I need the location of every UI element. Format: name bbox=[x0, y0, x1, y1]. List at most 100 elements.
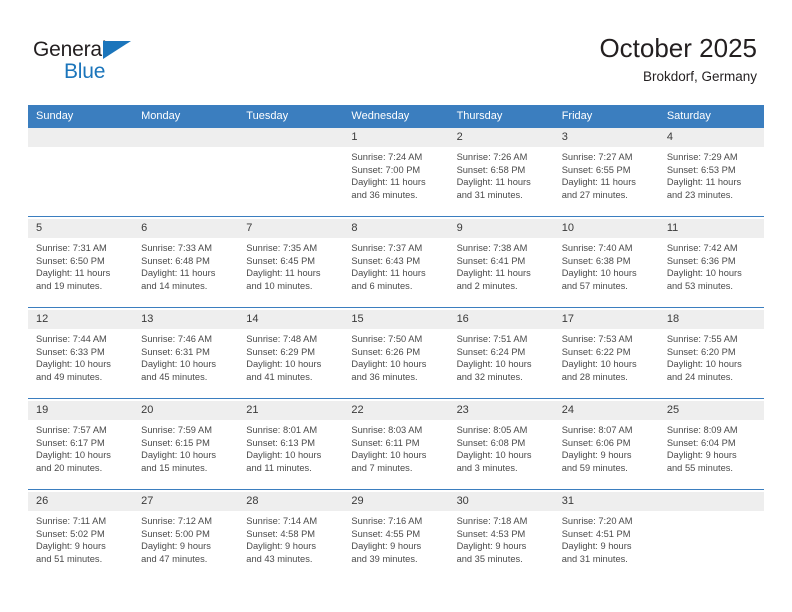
calendar-day-cell[interactable]: 10 Sunrise: 7:40 AM Sunset: 6:38 PM Dayligh… bbox=[553, 219, 659, 308]
sunrise-text: Sunrise: 7:42 AM bbox=[666, 243, 738, 253]
sunrise-text: Sunrise: 8:07 AM bbox=[561, 425, 633, 435]
calendar-day-cell[interactable]: 27 Sunrise: 7:12 AM Sunset: 5:00 PM Dayligh… bbox=[133, 492, 239, 580]
daylight-text-line1: Daylight: 10 hours bbox=[36, 450, 111, 461]
calendar-day-cell[interactable]: 6 Sunrise: 7:33 AM Sunset: 6:48 PM Daylight… bbox=[133, 219, 239, 308]
day-number: 17 bbox=[553, 310, 659, 329]
daylight-text-line1: Daylight: 9 hours bbox=[141, 541, 211, 552]
day-number: 27 bbox=[133, 492, 239, 511]
logo-text-general: General bbox=[33, 38, 107, 61]
calendar-day-cell[interactable]: 2 Sunrise: 7:26 AM Sunset: 6:58 PM Daylight… bbox=[448, 128, 554, 217]
day-cell-inner bbox=[133, 128, 239, 216]
calendar-day-cell[interactable]: 22 Sunrise: 8:03 AM Sunset: 6:11 PM Dayligh… bbox=[343, 401, 449, 490]
day-sun-info: Sunrise: 7:48 AM Sunset: 6:29 PM Daylight:… bbox=[238, 329, 343, 383]
calendar-page: General Blue October 2025 Brokdorf, Germ… bbox=[0, 0, 792, 612]
day-sun-info: Sunrise: 7:40 AM Sunset: 6:38 PM Daylight:… bbox=[554, 238, 659, 292]
calendar-day-cell[interactable]: 14 Sunrise: 7:48 AM Sunset: 6:29 PM Dayligh… bbox=[238, 310, 344, 399]
daylight-text-line1: Daylight: 10 hours bbox=[666, 268, 742, 279]
calendar-day-cell[interactable]: 12 Sunrise: 7:44 AM Sunset: 6:33 PM Dayligh… bbox=[28, 310, 134, 399]
daylight-text-line2: and 20 minutes. bbox=[36, 462, 103, 473]
day-sun-info: Sunrise: 7:18 AM Sunset: 4:53 PM Daylight:… bbox=[449, 511, 554, 565]
weekday-header-thursday: Thursday bbox=[448, 105, 554, 128]
sunset-text: Sunset: 6:53 PM bbox=[666, 164, 736, 175]
day-cell-inner: 10 Sunrise: 7:40 AM Sunset: 6:38 PM Dayligh… bbox=[553, 219, 659, 307]
calendar-day-cell[interactable]: 8 Sunrise: 7:37 AM Sunset: 6:43 PM Daylight… bbox=[343, 219, 449, 308]
daylight-text-line2: and 15 minutes. bbox=[141, 462, 208, 473]
calendar-day-cell[interactable]: 3 Sunrise: 7:27 AM Sunset: 6:55 PM Daylight… bbox=[553, 128, 659, 217]
calendar-day-cell-empty bbox=[133, 128, 239, 217]
daylight-text-line1: Daylight: 9 hours bbox=[456, 541, 527, 552]
sunrise-text: Sunrise: 7:20 AM bbox=[561, 516, 633, 526]
day-number: 7 bbox=[238, 219, 344, 238]
day-number: 21 bbox=[238, 401, 344, 420]
sunrise-text: Sunrise: 8:09 AM bbox=[666, 425, 738, 435]
calendar-day-cell[interactable]: 21 Sunrise: 8:01 AM Sunset: 6:13 PM Dayligh… bbox=[238, 401, 344, 490]
daylight-text-line2: and 57 minutes. bbox=[561, 280, 628, 291]
calendar-day-cell[interactable]: 20 Sunrise: 7:59 AM Sunset: 6:15 PM Dayligh… bbox=[133, 401, 239, 490]
calendar-day-cell[interactable]: 9 Sunrise: 7:38 AM Sunset: 6:41 PM Daylight… bbox=[448, 219, 554, 308]
day-sun-info: Sunrise: 8:09 AM Sunset: 6:04 PM Daylight:… bbox=[659, 420, 764, 474]
daylight-text-line2: and 10 minutes. bbox=[246, 280, 313, 291]
weekday-header-monday: Monday bbox=[133, 105, 239, 128]
daylight-text-line2: and 36 minutes. bbox=[351, 189, 418, 200]
calendar-table: Sunday Monday Tuesday Wednesday Thursday… bbox=[28, 105, 764, 580]
daylight-text-line1: Daylight: 10 hours bbox=[141, 359, 217, 370]
daylight-text-line2: and 51 minutes. bbox=[36, 553, 103, 564]
calendar-day-cell[interactable]: 1 Sunrise: 7:24 AM Sunset: 7:00 PM Daylight… bbox=[343, 128, 449, 217]
calendar-day-cell[interactable]: 11 Sunrise: 7:42 AM Sunset: 6:36 PM Dayligh… bbox=[658, 219, 764, 308]
day-number: 8 bbox=[343, 219, 449, 238]
daylight-text-line1: Daylight: 9 hours bbox=[36, 541, 106, 552]
day-sun-info: Sunrise: 8:05 AM Sunset: 6:08 PM Daylight:… bbox=[449, 420, 554, 474]
day-sun-info: Sunrise: 7:14 AM Sunset: 4:58 PM Daylight:… bbox=[238, 511, 343, 565]
daylight-text-line2: and 47 minutes. bbox=[141, 553, 208, 564]
sunset-text: Sunset: 6:06 PM bbox=[561, 437, 631, 448]
generalblue-logo: General Blue bbox=[33, 38, 213, 84]
day-sun-info: Sunrise: 7:29 AM Sunset: 6:53 PM Daylight:… bbox=[659, 147, 764, 201]
daylight-text-line1: Daylight: 10 hours bbox=[246, 450, 322, 461]
daylight-text-line2: and 28 minutes. bbox=[561, 371, 628, 382]
calendar-day-cell[interactable]: 19 Sunrise: 7:57 AM Sunset: 6:17 PM Dayligh… bbox=[28, 401, 134, 490]
day-cell-inner: 2 Sunrise: 7:26 AM Sunset: 6:58 PM Daylight… bbox=[448, 128, 554, 216]
daylight-text-line1: Daylight: 9 hours bbox=[561, 541, 632, 552]
calendar-day-cell[interactable]: 5 Sunrise: 7:31 AM Sunset: 6:50 PM Daylight… bbox=[28, 219, 134, 308]
daylight-text-line1: Daylight: 11 hours bbox=[456, 268, 531, 279]
daylight-text-line1: Daylight: 10 hours bbox=[456, 359, 532, 370]
sunset-text: Sunset: 4:58 PM bbox=[246, 528, 316, 539]
sunset-text: Sunset: 6:13 PM bbox=[246, 437, 316, 448]
calendar-day-cell[interactable]: 25 Sunrise: 8:09 AM Sunset: 6:04 PM Dayligh… bbox=[658, 401, 764, 490]
calendar-day-cell[interactable]: 24 Sunrise: 8:07 AM Sunset: 6:06 PM Dayligh… bbox=[553, 401, 659, 490]
sunrise-text: Sunrise: 7:40 AM bbox=[561, 243, 633, 253]
daylight-text-line2: and 43 minutes. bbox=[246, 553, 313, 564]
calendar-day-cell[interactable]: 7 Sunrise: 7:35 AM Sunset: 6:45 PM Daylight… bbox=[238, 219, 344, 308]
logo-text-blue: Blue bbox=[64, 60, 106, 83]
daylight-text-line2: and 55 minutes. bbox=[666, 462, 733, 473]
sunset-text: Sunset: 4:51 PM bbox=[561, 528, 631, 539]
day-sun-info: Sunrise: 7:42 AM Sunset: 6:36 PM Daylight:… bbox=[659, 238, 764, 292]
calendar-day-cell[interactable]: 18 Sunrise: 7:55 AM Sunset: 6:20 PM Dayligh… bbox=[658, 310, 764, 399]
calendar-day-cell[interactable]: 15 Sunrise: 7:50 AM Sunset: 6:26 PM Dayligh… bbox=[343, 310, 449, 399]
day-cell-inner bbox=[238, 128, 344, 216]
page-subtitle: Brokdorf, Germany bbox=[642, 69, 757, 84]
calendar-day-cell[interactable]: 28 Sunrise: 7:14 AM Sunset: 4:58 PM Dayligh… bbox=[238, 492, 344, 580]
day-number: 9 bbox=[448, 219, 554, 238]
daylight-text-line2: and 49 minutes. bbox=[36, 371, 103, 382]
calendar-day-cell[interactable]: 4 Sunrise: 7:29 AM Sunset: 6:53 PM Daylight… bbox=[658, 128, 764, 217]
title-block: October 2025 Brokdorf, Germany bbox=[599, 32, 757, 87]
day-number: 12 bbox=[28, 310, 134, 329]
calendar-day-cell[interactable]: 30 Sunrise: 7:18 AM Sunset: 4:53 PM Dayligh… bbox=[448, 492, 554, 580]
sunset-text: Sunset: 6:17 PM bbox=[36, 437, 105, 448]
daylight-text-line1: Daylight: 11 hours bbox=[561, 177, 636, 188]
calendar-day-cell[interactable]: 16 Sunrise: 7:51 AM Sunset: 6:24 PM Dayligh… bbox=[448, 310, 554, 399]
daylight-text-line1: Daylight: 11 hours bbox=[141, 268, 216, 279]
daylight-text-line1: Daylight: 10 hours bbox=[351, 359, 427, 370]
calendar-day-cell[interactable]: 26 Sunrise: 7:11 AM Sunset: 5:02 PM Dayligh… bbox=[28, 492, 134, 580]
day-sun-info: Sunrise: 7:26 AM Sunset: 6:58 PM Daylight:… bbox=[449, 147, 554, 201]
day-number: 31 bbox=[553, 492, 659, 511]
calendar-day-cell[interactable]: 23 Sunrise: 8:05 AM Sunset: 6:08 PM Dayligh… bbox=[448, 401, 554, 490]
calendar-day-cell[interactable]: 17 Sunrise: 7:53 AM Sunset: 6:22 PM Dayligh… bbox=[553, 310, 659, 399]
calendar-day-cell[interactable]: 29 Sunrise: 7:16 AM Sunset: 4:55 PM Dayligh… bbox=[343, 492, 449, 580]
sunrise-text: Sunrise: 7:50 AM bbox=[351, 334, 423, 344]
calendar-day-cell[interactable]: 13 Sunrise: 7:46 AM Sunset: 6:31 PM Dayligh… bbox=[133, 310, 239, 399]
calendar-day-cell[interactable]: 31 Sunrise: 7:20 AM Sunset: 4:51 PM Dayligh… bbox=[553, 492, 659, 580]
day-number bbox=[658, 492, 764, 511]
day-number: 2 bbox=[448, 128, 554, 147]
